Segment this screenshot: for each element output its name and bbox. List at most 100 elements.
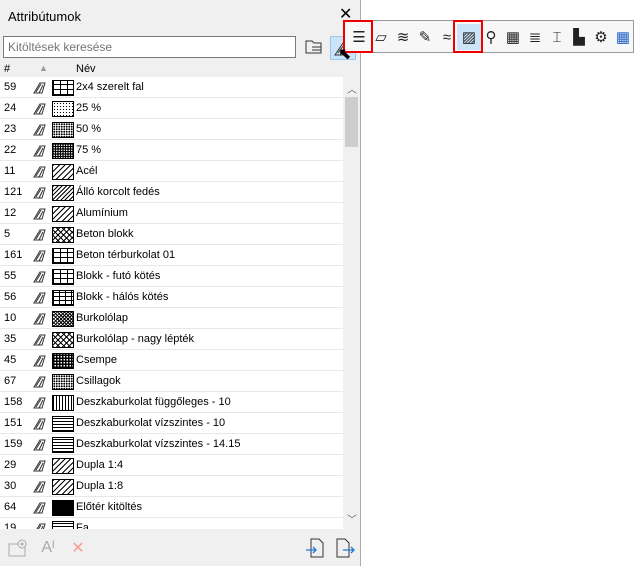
fill-number: 29 xyxy=(4,459,17,471)
highlight-box-fill xyxy=(453,20,483,53)
pattern-swatch xyxy=(52,185,74,201)
fill-number: 59 xyxy=(4,81,17,93)
table-row[interactable]: 151 Deszkaburkolat vízszintes - 10 xyxy=(0,413,343,434)
fill-type-icon xyxy=(33,187,46,199)
table-row[interactable]: 56 Blokk - hálós kötés xyxy=(0,287,343,308)
table-row[interactable]: 67 Csillagok xyxy=(0,371,343,392)
fill-name: Beton térburkolat 01 xyxy=(76,249,176,261)
table-row[interactable]: 12 Alumínium xyxy=(0,203,343,224)
fill-name: Álló korcolt fedés xyxy=(76,186,160,198)
sort-indicator[interactable]: ▲ xyxy=(39,63,48,73)
folder-list-button[interactable] xyxy=(303,36,325,58)
rename-icon: Aᴵ xyxy=(41,539,55,556)
fill-name: Acél xyxy=(76,165,98,177)
pattern-swatch xyxy=(52,416,74,432)
panel-title: Attribútumok xyxy=(8,9,81,24)
table-row[interactable]: 11 Acél xyxy=(0,161,343,182)
table-row[interactable]: 24 25 % xyxy=(0,98,343,119)
scrollbar[interactable]: ︿ ﹀ xyxy=(343,77,360,529)
fill-type-icon xyxy=(33,82,46,94)
fill-name: Deszkaburkolat vízszintes - 14.15 xyxy=(76,438,241,450)
grid-button[interactable]: ▦ xyxy=(611,24,634,50)
table-row[interactable]: 5 Beton blokk xyxy=(0,224,343,245)
fill-name: Burkolólap xyxy=(76,312,128,324)
pen-set-icon: ✎ xyxy=(418,29,432,46)
delete-button[interactable]: ✕ xyxy=(66,536,90,560)
fill-number: 56 xyxy=(4,291,17,303)
fill-number: 158 xyxy=(4,396,23,408)
table-row[interactable]: 55 Blokk - futó kötés xyxy=(0,266,343,287)
table-row[interactable]: 161 Beton térburkolat 01 xyxy=(0,245,343,266)
mep-button[interactable]: ⚙ xyxy=(589,24,613,50)
import-button[interactable] xyxy=(303,536,327,560)
table-row[interactable]: 19 Fa xyxy=(0,518,343,529)
pattern-swatch xyxy=(52,479,74,495)
layer-icon: ▱ xyxy=(375,29,387,46)
export-button[interactable] xyxy=(333,536,357,560)
fill-number: 45 xyxy=(4,354,17,366)
fill-number: 151 xyxy=(4,417,23,429)
line-type-icon: ≋ xyxy=(396,29,410,46)
scroll-down-icon[interactable]: ﹀ xyxy=(347,511,357,526)
fill-number: 159 xyxy=(4,438,23,450)
fill-type-icon xyxy=(33,397,46,409)
paint-icon: ⚲ xyxy=(485,29,497,46)
table-row[interactable]: 23 50 % xyxy=(0,119,343,140)
pattern-swatch xyxy=(52,332,74,348)
fill-number: 12 xyxy=(4,207,17,219)
mep-icon: ⚙ xyxy=(594,29,608,46)
table-row[interactable]: 35 Burkolólap - nagy lépték xyxy=(0,329,343,350)
fill-type-icon xyxy=(33,292,46,304)
scroll-thumb[interactable] xyxy=(345,97,358,147)
table-row[interactable]: 45 Csempe xyxy=(0,350,343,371)
fill-number: 11 xyxy=(4,165,16,177)
scroll-up-icon[interactable]: ︿ xyxy=(347,81,357,96)
import-icon xyxy=(306,538,324,558)
pen-set-button[interactable]: ✎ xyxy=(413,24,437,50)
fill-name: Előtér kitöltés xyxy=(76,501,143,513)
pattern-swatch xyxy=(52,122,74,138)
fill-name: Dupla 1:8 xyxy=(76,480,124,492)
table-row[interactable]: 30 Dupla 1:8 xyxy=(0,476,343,497)
fill-type-icon xyxy=(33,271,46,283)
column-number[interactable]: # xyxy=(4,63,10,75)
fill-name: 75 % xyxy=(76,144,102,156)
surface-button[interactable]: ≣ xyxy=(523,24,547,50)
column-name[interactable]: Név xyxy=(76,63,96,75)
building-material-button[interactable]: ▦ xyxy=(501,24,525,50)
pattern-swatch xyxy=(52,353,74,369)
pattern-swatch xyxy=(52,227,74,243)
pattern-swatch xyxy=(52,248,74,264)
fill-type-icon xyxy=(33,313,46,325)
table-row[interactable]: 158 Deszkaburkolat függőleges - 10 xyxy=(0,392,343,413)
fill-number: 121 xyxy=(4,186,23,198)
fill-type-icon xyxy=(33,145,46,157)
fill-type-icon xyxy=(33,502,46,514)
table-row[interactable]: 64 Előtér kitöltés xyxy=(0,497,343,518)
table-row[interactable]: 121 Álló korcolt fedés xyxy=(0,182,343,203)
line-type-button[interactable]: ≋ xyxy=(391,24,415,50)
fill-name: 2x4 szerelt fal xyxy=(76,81,144,93)
fill-type-icon xyxy=(33,439,46,451)
fill-type-icon xyxy=(33,166,46,178)
table-row[interactable]: 159 Deszkaburkolat vízszintes - 14.15 xyxy=(0,434,343,455)
fill-list: 59 2x4 szerelt fal 24 25 % 23 50 % 22 75 % 1… xyxy=(0,77,343,529)
fill-type-icon xyxy=(33,418,46,430)
fill-number: 23 xyxy=(4,123,17,135)
search-input[interactable] xyxy=(3,36,296,58)
table-row[interactable]: 22 75 % xyxy=(0,140,343,161)
fill-name: Alumínium xyxy=(76,207,128,219)
profile-button[interactable]: ⌶ xyxy=(545,24,569,50)
zone-category-button[interactable]: ▙ xyxy=(567,24,591,50)
pattern-swatch xyxy=(52,164,74,180)
fill-type-icon xyxy=(33,229,46,241)
fill-type-icon xyxy=(33,208,46,220)
rename-button[interactable]: Aᴵ xyxy=(36,536,60,560)
table-row[interactable]: 10 Burkolólap xyxy=(0,308,343,329)
fill-name: Deszkaburkolat vízszintes - 10 xyxy=(76,417,226,429)
fill-number: 10 xyxy=(4,312,17,324)
folder-list-icon xyxy=(305,40,322,54)
table-row[interactable]: 29 Dupla 1:4 xyxy=(0,455,343,476)
new-folder-button[interactable] xyxy=(6,536,30,560)
table-row[interactable]: 59 2x4 szerelt fal xyxy=(0,77,343,98)
